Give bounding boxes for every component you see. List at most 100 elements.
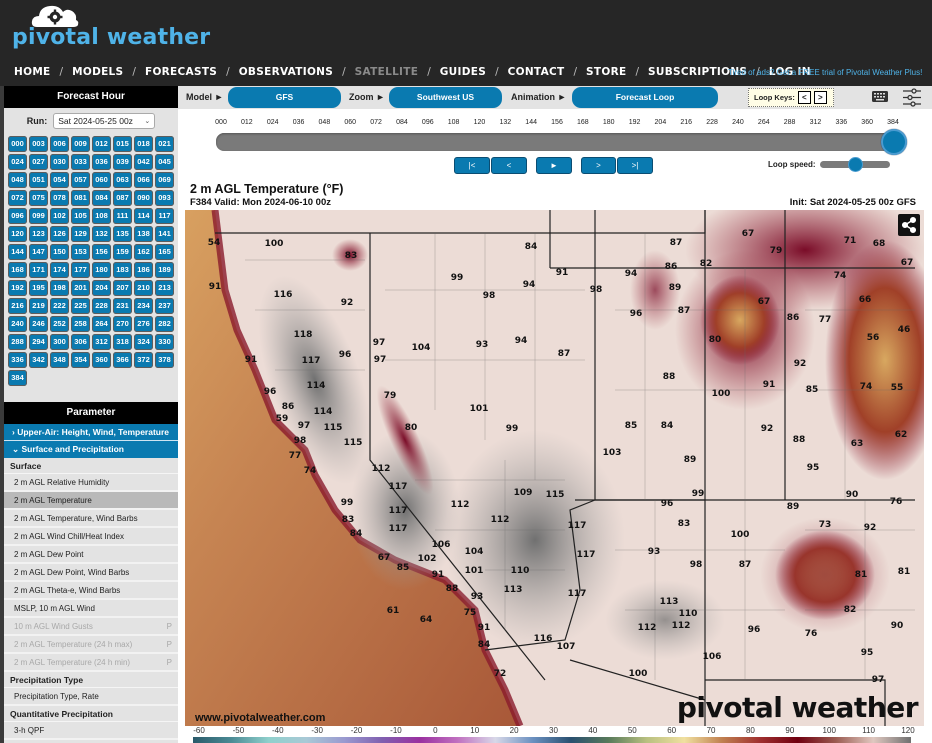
forecast-hour-button[interactable]: 015 xyxy=(113,136,132,152)
nav-satellite[interactable]: SATELLITE xyxy=(355,66,419,78)
nav-contact[interactable]: CONTACT xyxy=(508,66,565,78)
forecast-hour-button[interactable]: 246 xyxy=(29,316,48,332)
forecast-hour-button[interactable]: 162 xyxy=(134,244,153,260)
last-frame-button[interactable]: >| xyxy=(617,157,653,174)
animation-select-button[interactable]: Forecast Loop xyxy=(572,87,718,108)
temperature-map[interactable]: 54 100 83 84 91 87 67 79 71 68 67 91 116 92 99 98 94 98 94… xyxy=(185,210,924,726)
forecast-hour-button[interactable]: 117 xyxy=(155,208,174,224)
forecast-hour-button[interactable]: 201 xyxy=(71,280,90,296)
forecast-hour-button[interactable]: 225 xyxy=(71,298,90,314)
parameter-item[interactable]: 3-h QPF xyxy=(4,722,178,740)
forecast-hour-button[interactable]: 123 xyxy=(29,226,48,242)
nav-guides[interactable]: GUIDES xyxy=(440,66,486,78)
timeline-tick[interactable]: 084 xyxy=(396,119,408,126)
forecast-hour-button[interactable]: 180 xyxy=(92,262,111,278)
parameter-item[interactable]: MSLP, 10 m AGL Wind xyxy=(4,600,178,618)
timeline-tick[interactable]: 180 xyxy=(603,119,615,126)
parameter-item[interactable]: 2 m AGL Temperature (24 h min) P xyxy=(4,654,178,672)
timeline-tick[interactable]: 312 xyxy=(810,119,822,126)
forecast-hour-button[interactable]: 021 xyxy=(155,136,174,152)
forecast-hour-button[interactable]: 210 xyxy=(134,280,153,296)
nav-store[interactable]: STORE xyxy=(586,66,626,78)
forecast-hour-button[interactable]: 159 xyxy=(113,244,132,260)
parameter-item[interactable]: 2 m AGL Dew Point xyxy=(4,546,178,564)
forecast-hour-button[interactable]: 102 xyxy=(50,208,69,224)
site-logo-text[interactable]: pivotal weather xyxy=(12,25,210,50)
forecast-hour-button[interactable]: 000 xyxy=(8,136,27,152)
timeline-tick[interactable]: 156 xyxy=(551,119,563,126)
forecast-hour-button[interactable]: 105 xyxy=(71,208,90,224)
forecast-hour-button[interactable]: 024 xyxy=(8,154,27,170)
forecast-hour-button[interactable]: 153 xyxy=(71,244,90,260)
timeline-tick[interactable]: 108 xyxy=(448,119,460,126)
timeline-tick[interactable]: 024 xyxy=(267,119,279,126)
parameter-item[interactable]: 2 m AGL Wind Chill/Heat Index xyxy=(4,528,178,546)
first-frame-button[interactable]: |< xyxy=(454,157,490,174)
timeline-tick[interactable]: 060 xyxy=(344,119,356,126)
forecast-hour-button[interactable]: 048 xyxy=(8,172,27,188)
timeline-tick[interactable]: 048 xyxy=(319,119,331,126)
timeline-tick[interactable]: 336 xyxy=(835,119,847,126)
forecast-hour-button[interactable]: 282 xyxy=(155,316,174,332)
forecast-hour-button[interactable]: 042 xyxy=(134,154,153,170)
timeline-tick[interactable]: 240 xyxy=(732,119,744,126)
forecast-hour-button[interactable]: 366 xyxy=(113,352,132,368)
forecast-hour-button[interactable]: 114 xyxy=(134,208,153,224)
parameter-item[interactable]: 10 m AGL Wind Gusts P xyxy=(4,618,178,636)
nav-home[interactable]: HOME xyxy=(14,66,51,78)
forecast-hour-button[interactable]: 270 xyxy=(113,316,132,332)
forecast-hour-button[interactable]: 120 xyxy=(8,226,27,242)
forecast-hour-button[interactable]: 237 xyxy=(155,298,174,314)
forecast-hour-button[interactable]: 300 xyxy=(50,334,69,350)
forecast-hour-button[interactable]: 141 xyxy=(155,226,174,242)
timeline-slider-thumb[interactable] xyxy=(881,129,907,155)
timeline-tick[interactable]: 264 xyxy=(758,119,770,126)
forecast-hour-button[interactable]: 183 xyxy=(113,262,132,278)
forecast-hour-button[interactable]: 222 xyxy=(50,298,69,314)
parameter-item[interactable]: 2 m AGL Dew Point, Wind Barbs xyxy=(4,564,178,582)
forecast-hour-button[interactable]: 099 xyxy=(29,208,48,224)
forecast-hour-button[interactable]: 078 xyxy=(50,190,69,206)
forecast-hour-button[interactable]: 138 xyxy=(134,226,153,242)
sliders-icon[interactable] xyxy=(902,88,922,107)
forecast-hour-button[interactable]: 354 xyxy=(71,352,90,368)
plus-promo-link[interactable]: Tired of ads? Get a FREE trial of Pivota… xyxy=(728,68,922,77)
parameter-item[interactable]: 2 m AGL Relative Humidity xyxy=(4,474,178,492)
forecast-hour-button[interactable]: 324 xyxy=(134,334,153,350)
forecast-hour-button[interactable]: 006 xyxy=(50,136,69,152)
parameter-item[interactable]: Precipitation Type, Rate xyxy=(4,688,178,706)
forecast-hour-button[interactable]: 240 xyxy=(8,316,27,332)
forecast-hour-button[interactable]: 252 xyxy=(50,316,69,332)
forecast-hour-button[interactable]: 258 xyxy=(71,316,90,332)
forecast-hour-button[interactable]: 045 xyxy=(155,154,174,170)
forecast-hour-button[interactable]: 090 xyxy=(134,190,153,206)
forecast-hour-button[interactable]: 264 xyxy=(92,316,111,332)
forecast-hour-button[interactable]: 093 xyxy=(155,190,174,206)
forecast-hour-button[interactable]: 204 xyxy=(92,280,111,296)
timeline-tick[interactable]: 384 xyxy=(887,119,899,126)
forecast-hour-button[interactable]: 192 xyxy=(8,280,27,296)
forecast-hour-button[interactable]: 189 xyxy=(155,262,174,278)
timeline-tick[interactable]: 000 xyxy=(215,119,227,126)
forecast-hour-button[interactable]: 384 xyxy=(8,370,27,386)
forecast-hour-button[interactable]: 081 xyxy=(71,190,90,206)
forecast-hour-button[interactable]: 174 xyxy=(50,262,69,278)
nav-observations[interactable]: OBSERVATIONS xyxy=(239,66,333,78)
forecast-hour-button[interactable]: 234 xyxy=(134,298,153,314)
forecast-hour-button[interactable]: 069 xyxy=(155,172,174,188)
forecast-hour-button[interactable]: 219 xyxy=(29,298,48,314)
forecast-hour-button[interactable]: 195 xyxy=(29,280,48,296)
forecast-hour-button[interactable]: 087 xyxy=(113,190,132,206)
forecast-hour-button[interactable]: 072 xyxy=(8,190,27,206)
forecast-hour-button[interactable]: 009 xyxy=(71,136,90,152)
forecast-hour-button[interactable]: 165 xyxy=(155,244,174,260)
forecast-hour-button[interactable]: 231 xyxy=(113,298,132,314)
forecast-hour-button[interactable]: 318 xyxy=(113,334,132,350)
forecast-hour-button[interactable]: 030 xyxy=(50,154,69,170)
loop-key-prev[interactable]: < xyxy=(797,91,811,104)
model-select-button[interactable]: GFS xyxy=(228,87,341,108)
forecast-hour-button[interactable]: 039 xyxy=(113,154,132,170)
forecast-hour-button[interactable]: 060 xyxy=(92,172,111,188)
timeline-tick[interactable]: 168 xyxy=(577,119,589,126)
forecast-hour-button[interactable]: 096 xyxy=(8,208,27,224)
